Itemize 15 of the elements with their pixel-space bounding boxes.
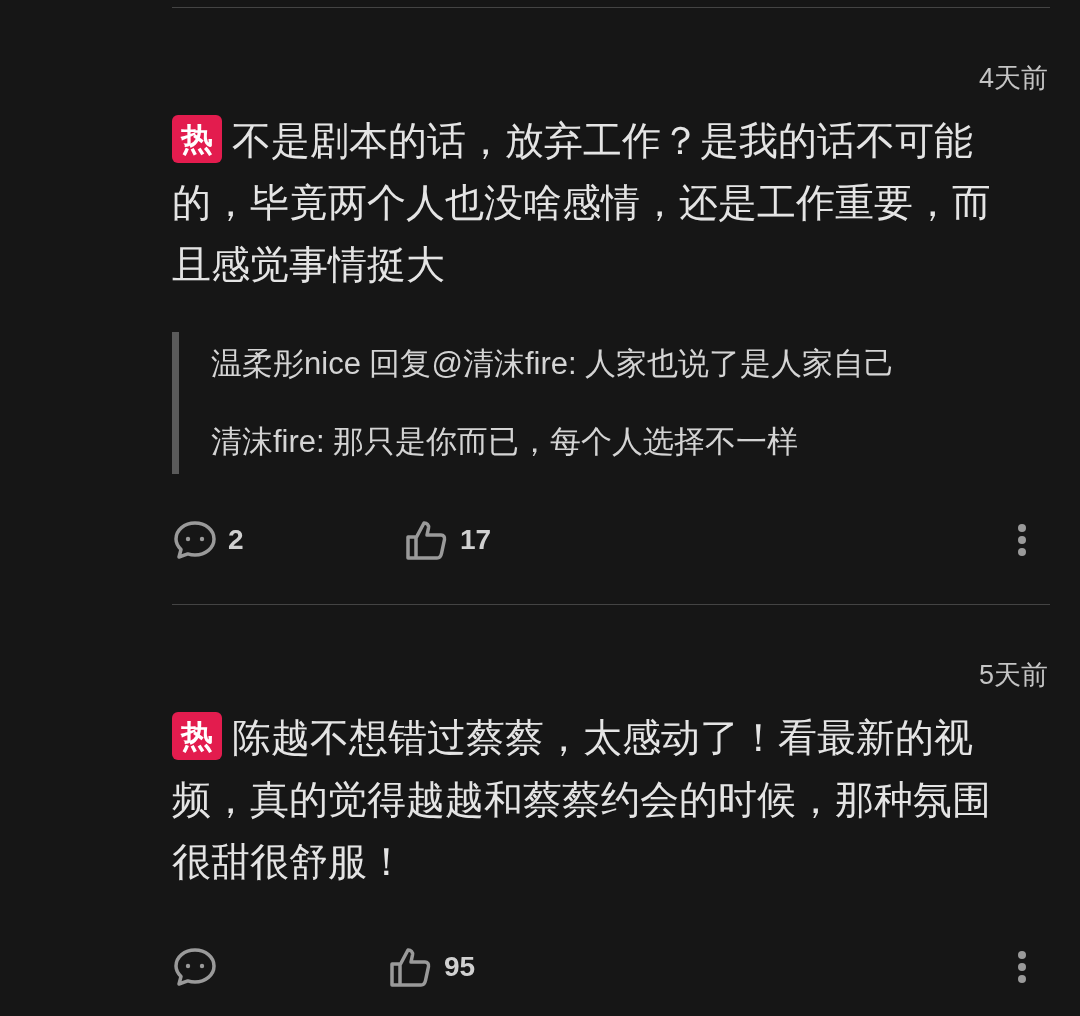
reply-text: 清沫fire: 那只是你而已，每个人选择不一样	[211, 423, 800, 461]
comment-text: 热 不是剧本的话，放弃工作？是我的话不可能的，毕竟两个人也没啥感情，还是工作重要，而且感觉事情挺大	[172, 110, 1022, 296]
comment-time: 5天前	[978, 659, 1048, 692]
like-count: 17	[460, 523, 492, 557]
reply-count: 2	[228, 523, 244, 557]
more-icon[interactable]	[1017, 523, 1027, 557]
reply-text: 温柔彤nice 回复@清沫fire: 人家也说了是人家自己	[211, 345, 897, 383]
comment-icon[interactable]	[172, 946, 218, 988]
like-count: 95	[444, 950, 476, 984]
hot-badge: 热	[172, 115, 222, 163]
hot-badge: 热	[172, 712, 222, 760]
more-icon[interactable]	[1017, 950, 1027, 984]
comment-time: 4天前	[978, 62, 1048, 95]
comment-text: 热 陈越不想错过蔡蔡，太感动了！看最新的视频，真的觉得越越和蔡蔡约会的时候，那种氛围很甜很舒服！	[172, 707, 1022, 893]
comment-icon[interactable]	[172, 519, 218, 561]
